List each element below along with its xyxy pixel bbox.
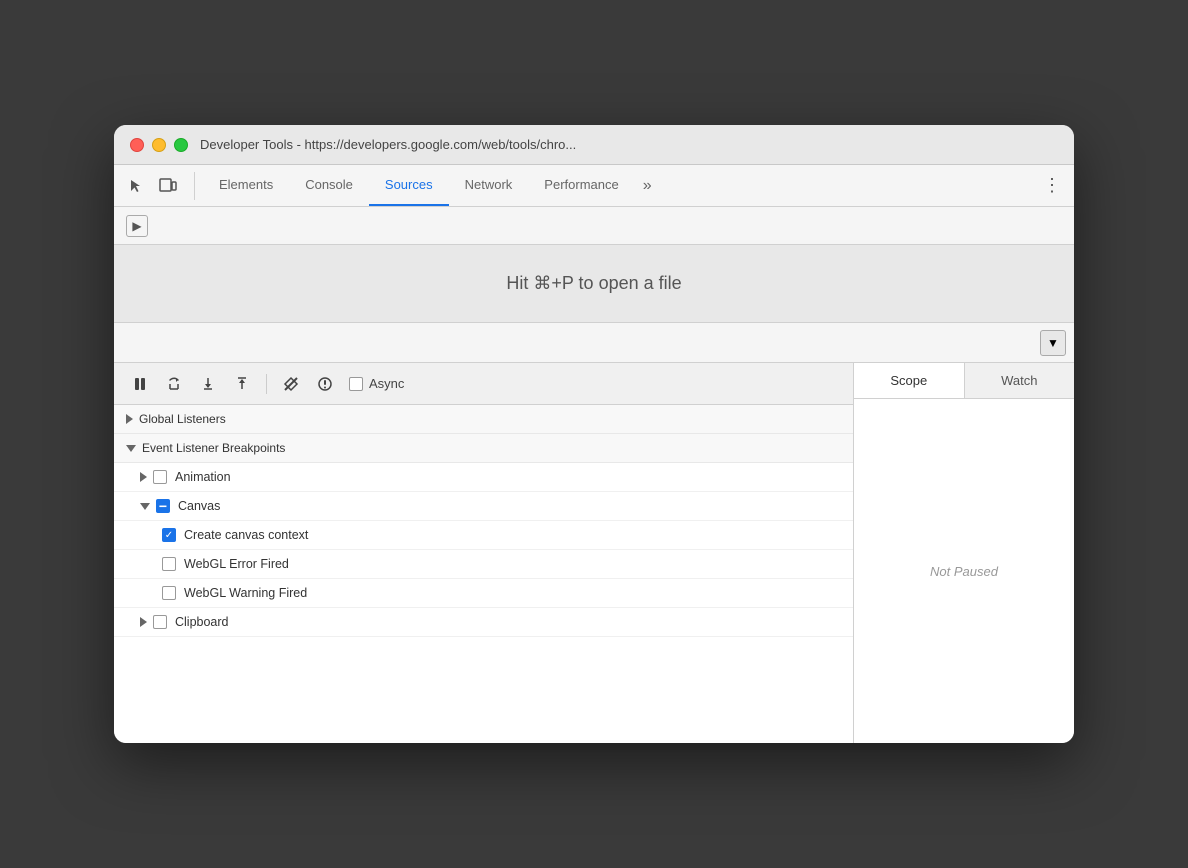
bottom-panel: Async Global Listeners Event Listener Br… xyxy=(114,363,1074,743)
clipboard-checkbox[interactable] xyxy=(153,615,167,629)
expand-panel-button[interactable]: ▶ xyxy=(126,215,148,237)
global-listeners-header[interactable]: Global Listeners xyxy=(114,405,853,434)
tab-menu-button[interactable]: ⋮ xyxy=(1038,172,1066,200)
deactivate-breakpoints-button[interactable] xyxy=(277,370,305,398)
scope-watch-tabs: Scope Watch xyxy=(854,363,1074,399)
async-area: Async xyxy=(349,376,404,391)
webgl-error-label: WebGL Error Fired xyxy=(184,557,289,571)
animation-checkbox[interactable] xyxy=(153,470,167,484)
create-canvas-context-checkbox[interactable]: ✓ xyxy=(162,528,176,542)
scope-tab[interactable]: Scope xyxy=(854,363,965,398)
animation-expand-arrow xyxy=(140,472,147,482)
dropdown-button[interactable]: ▼ xyxy=(1040,330,1066,356)
scope-content: Not Paused xyxy=(854,399,1074,743)
pause-button[interactable] xyxy=(126,370,154,398)
step-into-button[interactable] xyxy=(194,370,222,398)
dropdown-area: ▼ xyxy=(114,323,1074,363)
create-canvas-context-item[interactable]: ✓ Create canvas context xyxy=(114,521,853,550)
open-file-text: Hit ⌘+P to open a file xyxy=(506,273,681,293)
tab-elements[interactable]: Elements xyxy=(203,165,289,206)
tab-network[interactable]: Network xyxy=(449,165,529,206)
clipboard-expand-arrow xyxy=(140,617,147,627)
window-title: Developer Tools - https://developers.goo… xyxy=(200,137,576,152)
toolbar-separator-1 xyxy=(266,374,267,394)
clipboard-item[interactable]: Clipboard xyxy=(114,608,853,637)
webgl-warning-checkbox[interactable] xyxy=(162,586,176,600)
canvas-item[interactable]: − Canvas xyxy=(114,492,853,521)
device-icon[interactable] xyxy=(154,172,182,200)
canvas-checkbox[interactable]: − xyxy=(156,499,170,513)
watch-tab[interactable]: Watch xyxy=(965,363,1075,398)
open-file-hint: Hit ⌘+P to open a file xyxy=(114,245,1074,323)
create-canvas-context-label: Create canvas context xyxy=(184,528,308,542)
webgl-error-fired-item[interactable]: WebGL Error Fired xyxy=(114,550,853,579)
left-panel: Async Global Listeners Event Listener Br… xyxy=(114,363,854,743)
sub-bar: ▶ xyxy=(114,207,1074,245)
tab-console[interactable]: Console xyxy=(289,165,369,206)
tab-bar: Elements Console Sources Network Perform… xyxy=(114,165,1074,207)
maximize-button[interactable] xyxy=(174,138,188,152)
canvas-label: Canvas xyxy=(178,499,220,513)
devtools-window: Developer Tools - https://developers.goo… xyxy=(114,125,1074,743)
expand-arrow-event xyxy=(126,445,136,452)
event-listener-label: Event Listener Breakpoints xyxy=(142,441,285,455)
tab-performance[interactable]: Performance xyxy=(528,165,634,206)
close-button[interactable] xyxy=(130,138,144,152)
webgl-error-checkbox[interactable] xyxy=(162,557,176,571)
global-listeners-label: Global Listeners xyxy=(139,412,226,426)
async-label: Async xyxy=(369,376,404,391)
toolbar-icons xyxy=(122,172,195,200)
tab-more-button[interactable]: » xyxy=(635,165,660,206)
tabs: Elements Console Sources Network Perform… xyxy=(203,165,1038,206)
expand-icon: ▶ xyxy=(132,219,141,233)
traffic-lights xyxy=(130,138,188,152)
step-over-button[interactable] xyxy=(160,370,188,398)
webgl-warning-fired-item[interactable]: WebGL Warning Fired xyxy=(114,579,853,608)
animation-label: Animation xyxy=(175,470,231,484)
pause-on-exceptions-button[interactable] xyxy=(311,370,339,398)
async-checkbox[interactable] xyxy=(349,377,363,391)
debug-toolbar: Async xyxy=(114,363,853,405)
animation-item[interactable]: Animation xyxy=(114,463,853,492)
event-listener-header[interactable]: Event Listener Breakpoints xyxy=(114,434,853,463)
breakpoints-list: Global Listeners Event Listener Breakpoi… xyxy=(114,405,853,743)
tab-sources[interactable]: Sources xyxy=(369,165,449,206)
right-panel: Scope Watch Not Paused xyxy=(854,363,1074,743)
clipboard-label: Clipboard xyxy=(175,615,229,629)
not-paused-text: Not Paused xyxy=(930,564,998,579)
step-out-button[interactable] xyxy=(228,370,256,398)
cursor-icon[interactable] xyxy=(122,172,150,200)
minimize-button[interactable] xyxy=(152,138,166,152)
title-bar: Developer Tools - https://developers.goo… xyxy=(114,125,1074,165)
webgl-warning-label: WebGL Warning Fired xyxy=(184,586,307,600)
canvas-expand-arrow xyxy=(140,503,150,510)
expand-arrow-global xyxy=(126,414,133,424)
